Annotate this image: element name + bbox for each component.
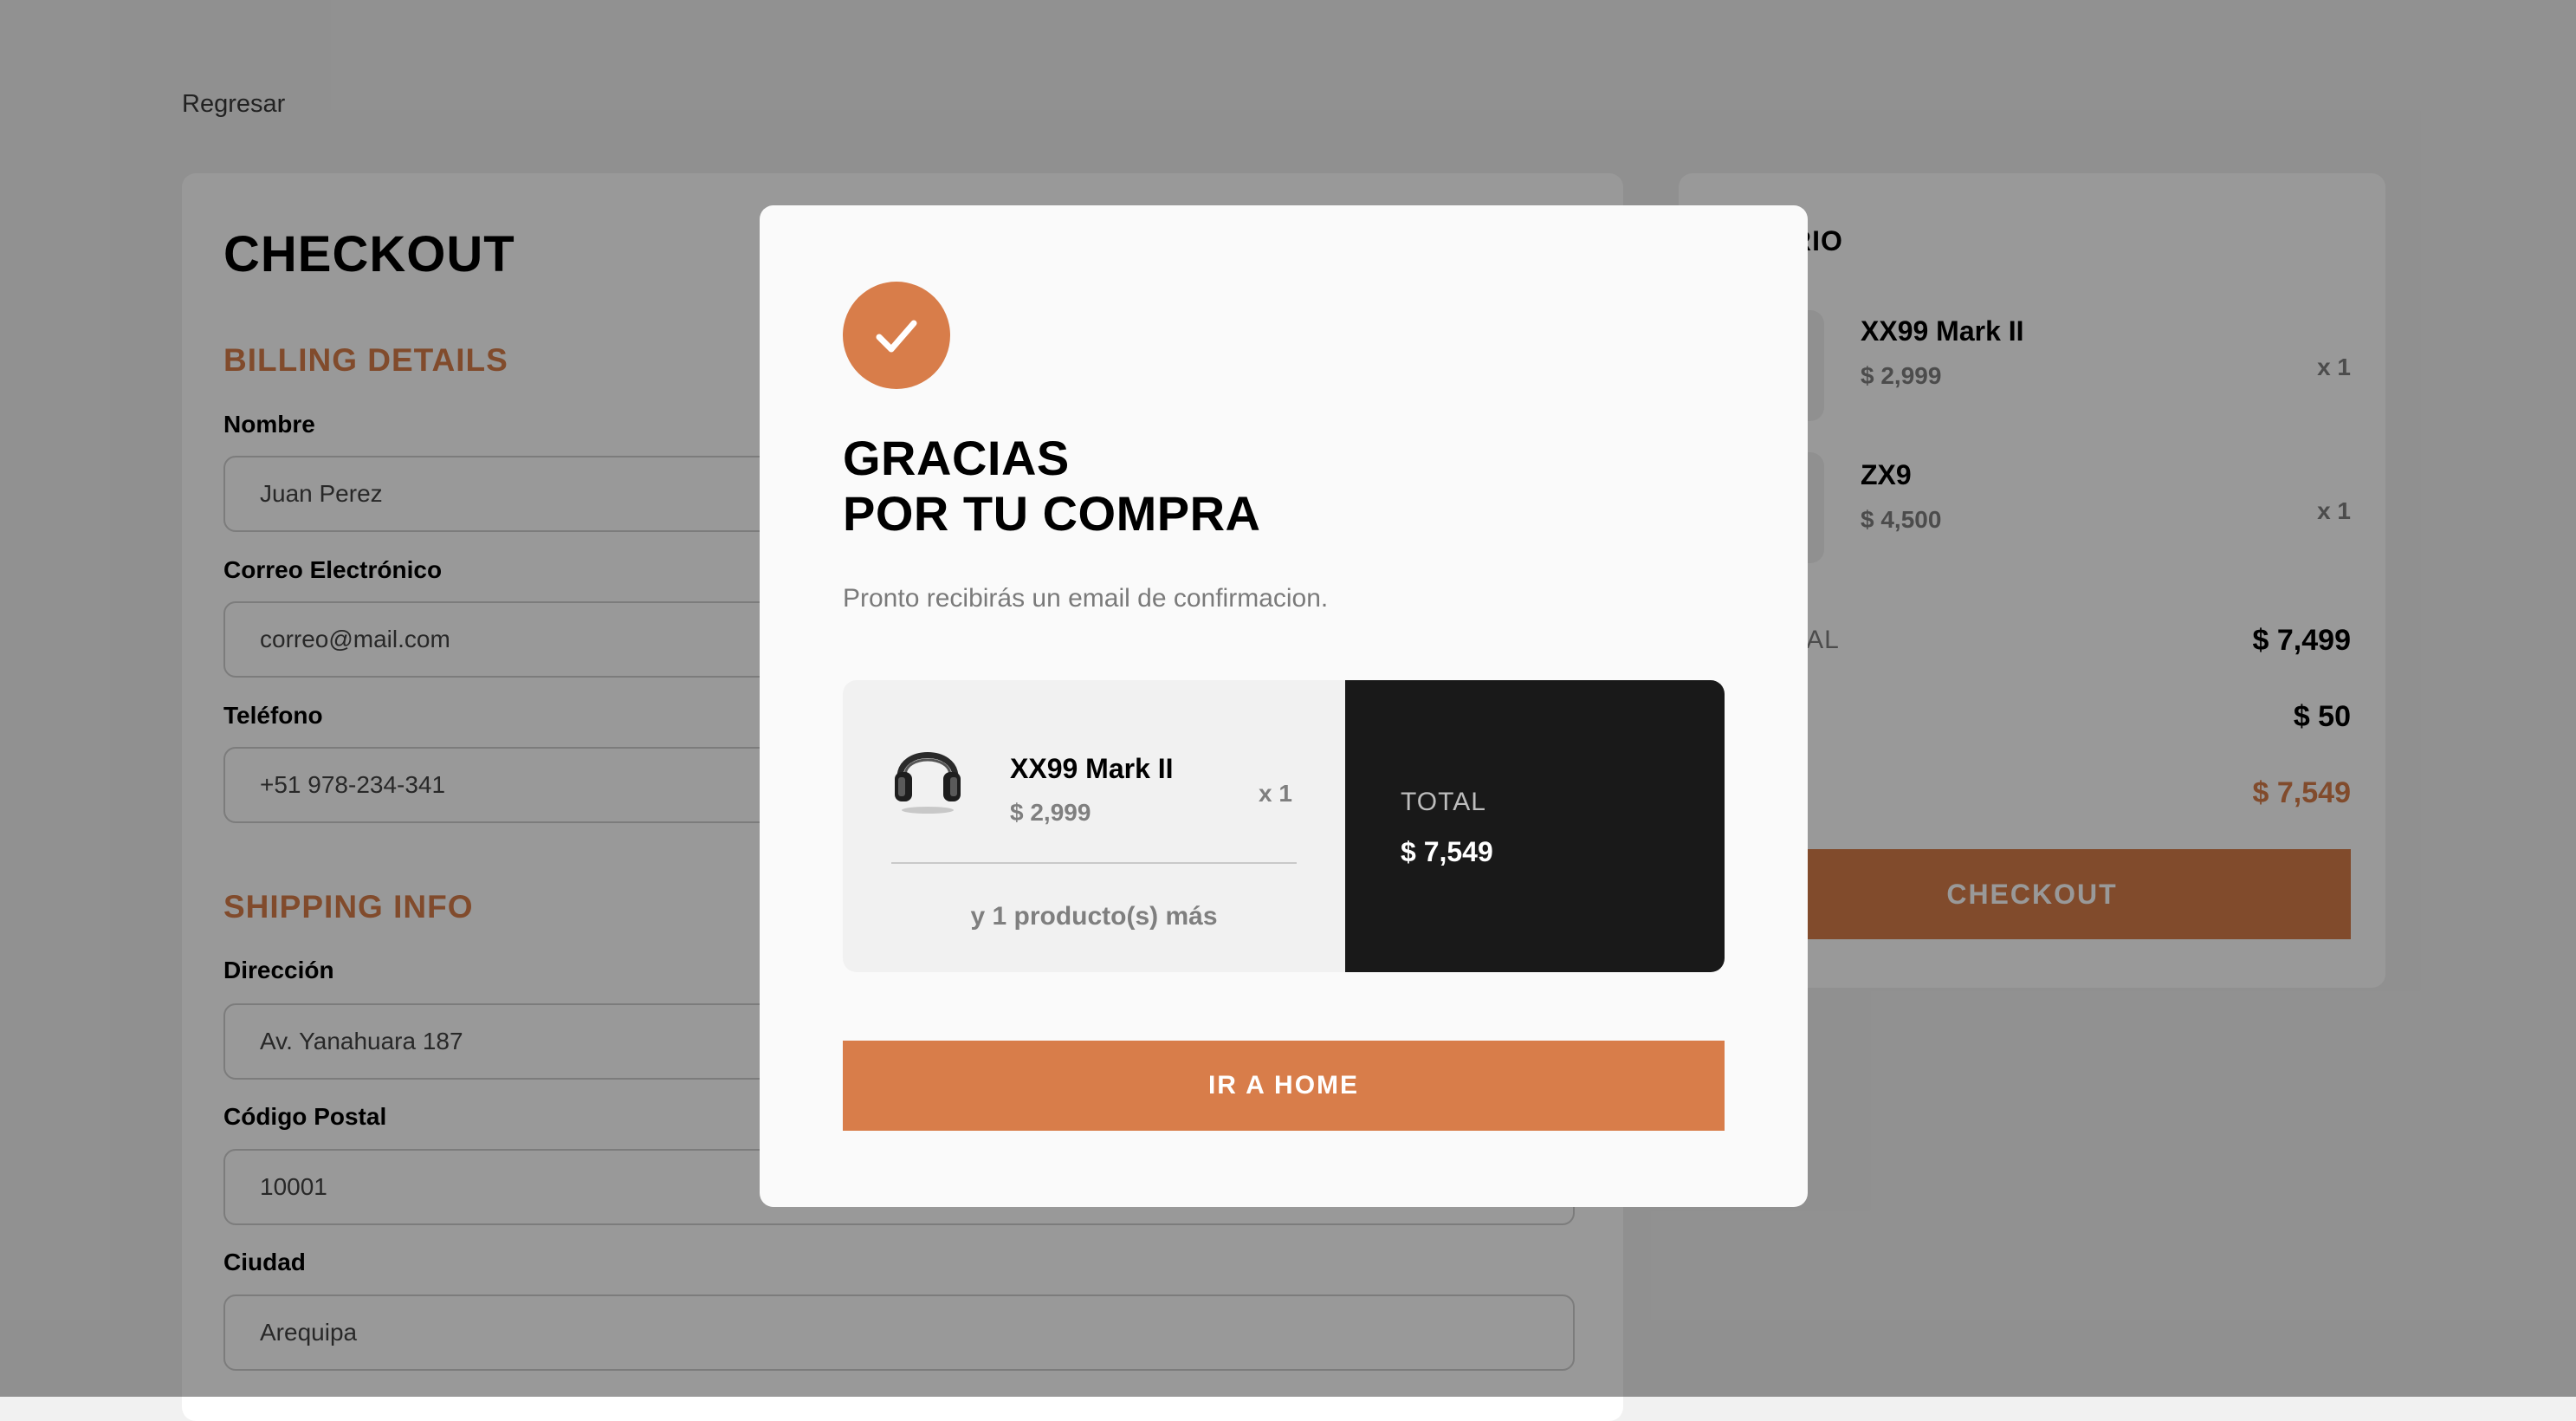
order-total-panel: TOTAL $ 7,549 (1345, 680, 1725, 972)
order-item-name: XX99 Mark II (1010, 753, 1174, 784)
headphones-icon (884, 729, 971, 815)
order-item-price: $ 2,999 (1010, 799, 1091, 826)
modal-title-line: GRACIAS (843, 431, 1070, 485)
order-item-qty: x 1 (1259, 780, 1292, 807)
order-confirmation-modal: GRACIAS POR TU COMPRA Pronto recibirás u… (760, 205, 1808, 1207)
modal-title: GRACIAS POR TU COMPRA (843, 431, 1261, 542)
go-home-button[interactable]: IR A HOME (843, 1041, 1725, 1131)
order-divider (891, 862, 1297, 864)
order-more-items[interactable]: y 1 producto(s) más (843, 902, 1345, 931)
order-total-value: $ 7,549 (1401, 836, 1493, 867)
modal-title-line: POR TU COMPRA (843, 486, 1261, 541)
order-total-label: TOTAL (1401, 788, 1486, 816)
order-summary-box: XX99 Mark II $ 2,999 x 1 y 1 producto(s)… (843, 680, 1725, 972)
success-check-icon (843, 282, 950, 389)
order-items-panel: XX99 Mark II $ 2,999 x 1 y 1 producto(s)… (843, 680, 1345, 972)
modal-subtitle: Pronto recibirás un email de confirmacio… (843, 584, 1329, 613)
